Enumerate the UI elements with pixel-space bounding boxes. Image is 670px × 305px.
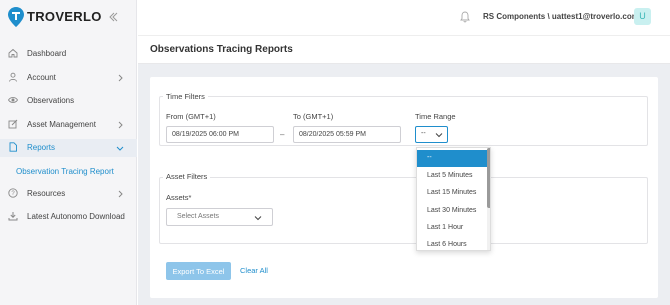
time-range-option[interactable]: Last 5 Minutes <box>417 168 487 185</box>
sidebar-item-label: Account <box>27 73 56 82</box>
sidebar-item-label: Latest Autonomo Download <box>27 212 125 221</box>
home-icon <box>8 48 18 58</box>
to-datetime-input[interactable] <box>293 126 401 143</box>
asset-filters-legend: Asset Filters <box>163 172 211 181</box>
from-label: From (GMT+1) <box>166 112 216 121</box>
sidebar-item-label: Reports <box>27 143 56 152</box>
sidebar-item-label: Asset Management <box>27 120 96 129</box>
sidebar-item-label: Dashboard <box>27 49 67 58</box>
brand-name: TROVERLO <box>27 9 102 24</box>
assets-label: Assets* <box>166 193 192 202</box>
chevron-right-icon <box>118 121 123 129</box>
time-range-option[interactable]: Last 30 Minutes <box>417 203 487 220</box>
time-range-select[interactable]: -- <box>415 126 448 143</box>
time-range-dropdown: -- Last 5 Minutes Last 15 Minutes Last 3… <box>416 147 491 251</box>
sidebar: TROVERLO Dashboard Account Observations … <box>0 0 137 305</box>
time-range-option[interactable]: -- <box>417 150 487 167</box>
time-range-option[interactable]: Last 15 Minutes <box>417 185 487 202</box>
edit-icon <box>8 119 18 129</box>
time-range-selected-value: -- <box>421 130 426 137</box>
dropdown-scrollbar-thumb[interactable] <box>487 148 490 208</box>
user-icon <box>9 72 17 82</box>
sidebar-item-reports[interactable]: Reports <box>0 139 137 157</box>
sidebar-item-label: Resources <box>27 189 66 198</box>
sidebar-item-resources[interactable]: ? Resources <box>0 185 137 203</box>
avatar[interactable]: U <box>634 8 651 25</box>
to-label: To (GMT+1) <box>293 112 334 121</box>
chevron-down-icon <box>254 216 262 221</box>
svg-text:?: ? <box>11 191 15 197</box>
sidebar-item-asset-management[interactable]: Asset Management <box>0 116 137 134</box>
chevron-down-icon <box>435 133 443 138</box>
sidebar-item-observations[interactable]: Observations <box>0 92 137 110</box>
time-range-option[interactable]: Last 1 Hour <box>417 220 487 237</box>
chevron-down-icon <box>116 146 124 151</box>
from-datetime-input[interactable] <box>166 126 274 143</box>
sidebar-item-dashboard[interactable]: Dashboard <box>0 45 137 63</box>
user-account-label[interactable]: RS Components \ uattest1@troverlo.com <box>483 12 639 21</box>
collapse-sidebar-icon[interactable] <box>107 11 119 23</box>
dropdown-scrollbar[interactable] <box>487 148 490 250</box>
page-title: Observations Tracing Reports <box>150 44 293 55</box>
bell-icon[interactable] <box>460 11 470 23</box>
sidebar-item-account[interactable]: Account <box>0 69 137 87</box>
sidebar-subitem-observation-tracing-report[interactable]: Observation Tracing Report <box>16 164 137 180</box>
page-title-bar: Observations Tracing Reports <box>138 36 670 64</box>
sidebar-item-label: Observations <box>27 96 75 105</box>
download-icon <box>8 212 18 221</box>
assets-placeholder: Select Assets <box>177 213 220 220</box>
assets-select[interactable]: Select Assets <box>166 208 273 226</box>
main-content: Time Filters From (GMT+1) – To (GMT+1) T… <box>138 64 670 305</box>
location-pin-logo-icon <box>8 7 24 27</box>
range-separator: – <box>280 130 285 139</box>
report-filter-card: Time Filters From (GMT+1) – To (GMT+1) T… <box>150 77 658 298</box>
top-header: RS Components \ uattest1@troverlo.com U <box>138 0 670 36</box>
time-range-option[interactable]: Last 6 Hours <box>417 237 487 250</box>
help-icon: ? <box>8 188 18 198</box>
clear-all-button[interactable]: Clear All <box>240 266 268 275</box>
time-filters-legend: Time Filters <box>163 92 208 101</box>
eye-icon <box>8 97 18 103</box>
export-to-excel-button[interactable]: Export To Excel <box>166 262 231 280</box>
file-icon <box>9 142 17 152</box>
chevron-right-icon <box>118 74 123 82</box>
sidebar-item-latest-autonomo-download[interactable]: Latest Autonomo Download <box>0 208 137 226</box>
chevron-right-icon <box>118 190 123 198</box>
sidebar-item-label: Observation Tracing Report <box>16 167 114 176</box>
time-range-label: Time Range <box>415 112 456 121</box>
